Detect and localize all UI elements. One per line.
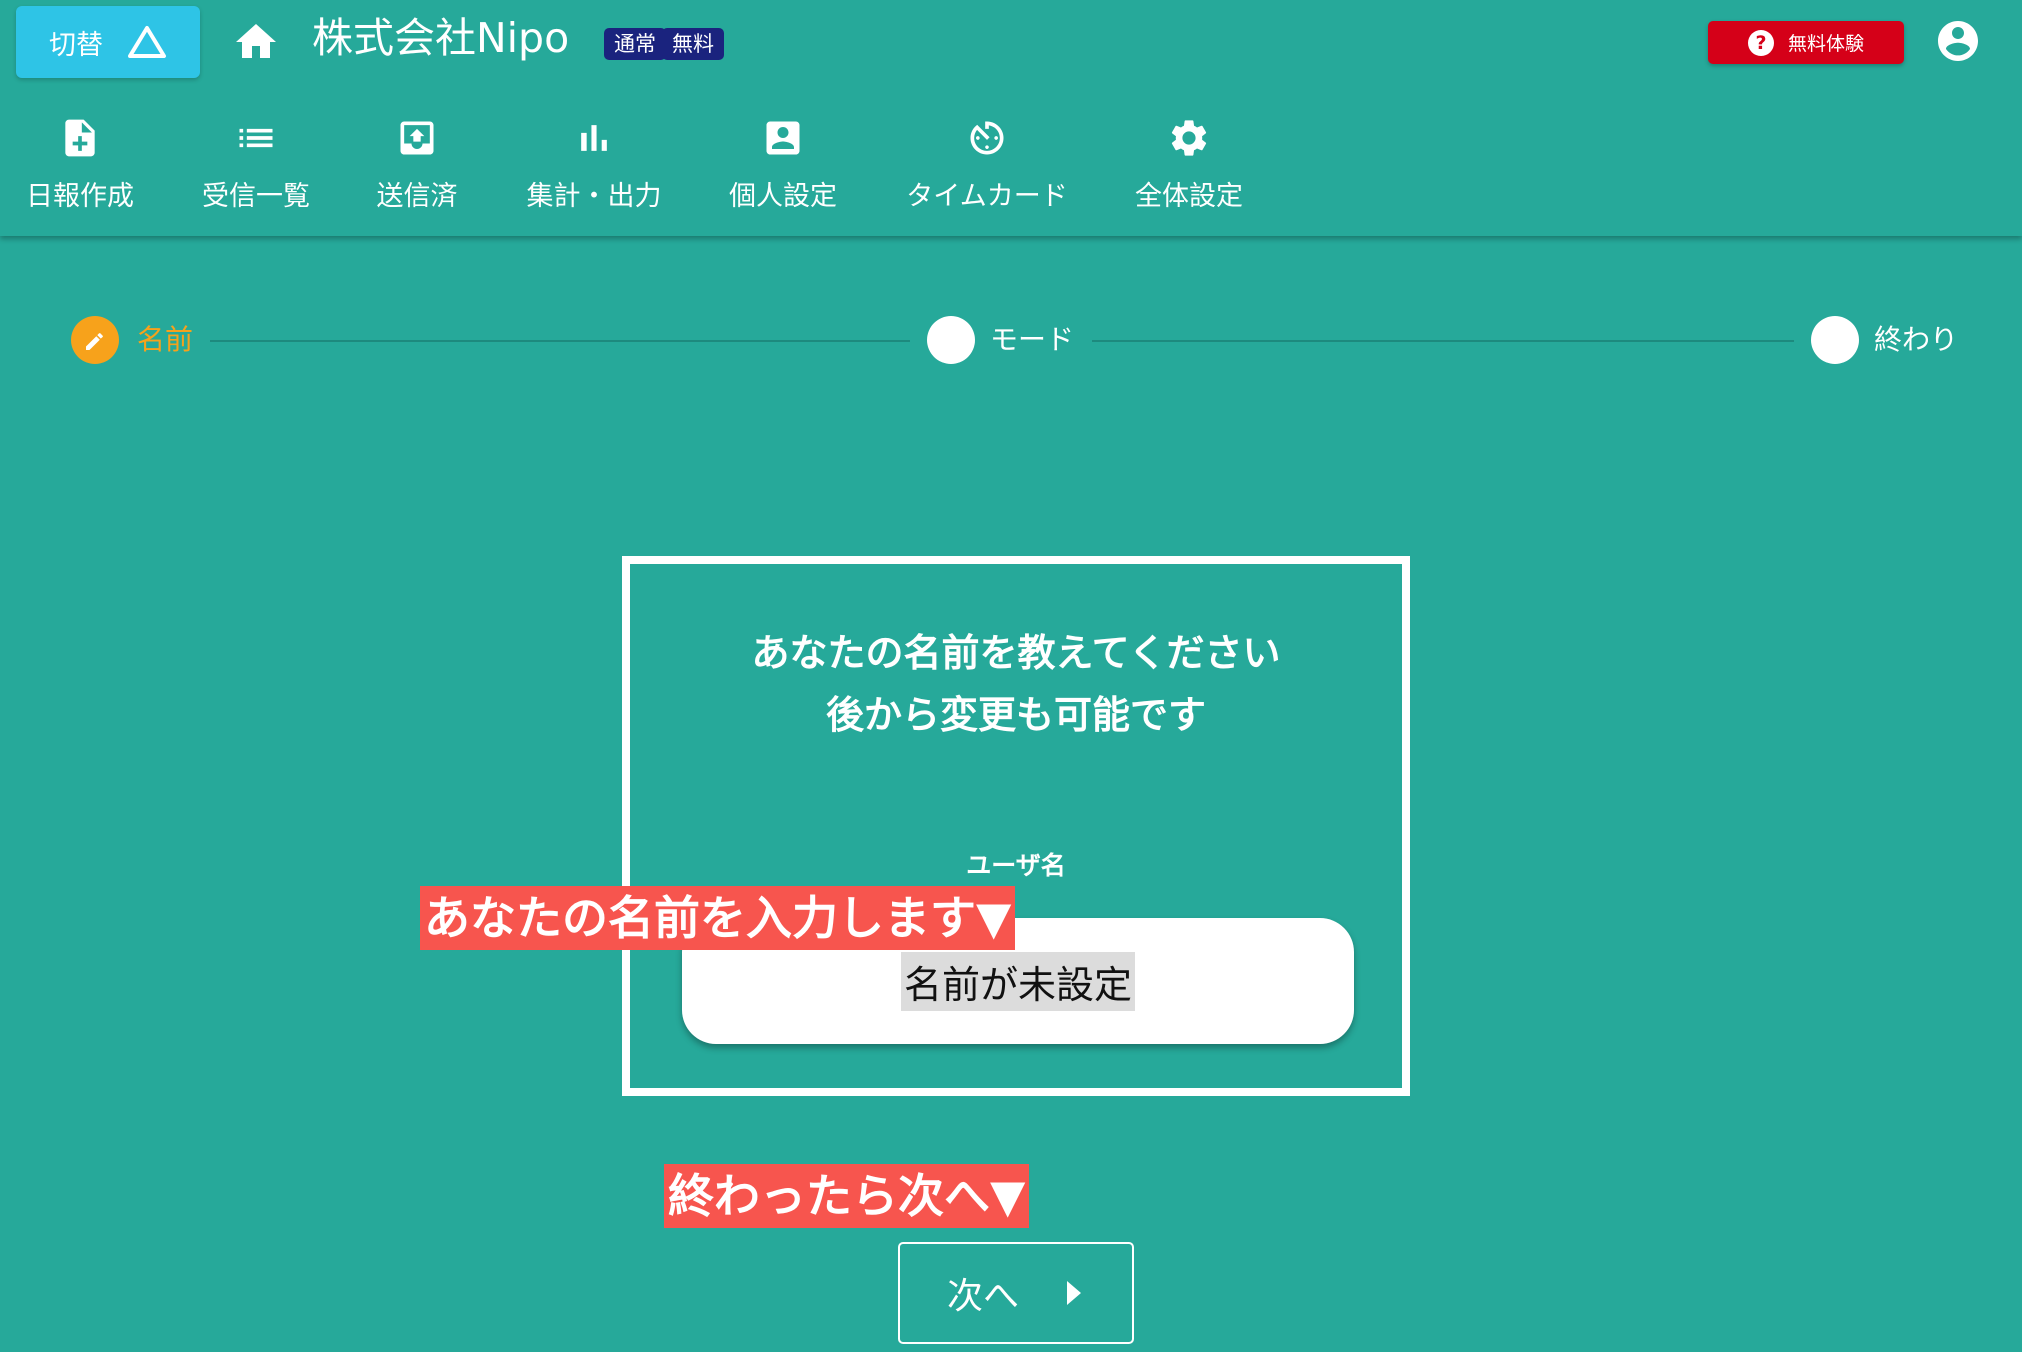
nav-item-global-settings[interactable]: 全体設定 — [1132, 116, 1246, 213]
triangle-icon — [128, 26, 166, 58]
gear-icon — [1171, 120, 1207, 156]
switch-button[interactable]: 切替 — [16, 6, 200, 78]
plan-badge-normal: 通常 — [604, 28, 666, 60]
step-name-label: 名前 — [137, 323, 194, 356]
plan-badges: 通常 無料 — [604, 28, 724, 60]
step-name-indicator — [71, 316, 119, 364]
help-icon: ? — [1747, 29, 1774, 56]
company-name: 株式会社Nipo — [312, 14, 570, 62]
step-mode-indicator — [927, 316, 975, 364]
nav-label: 個人設定 — [729, 181, 837, 212]
next-hint-annotation: 終わったら次へ▼ — [664, 1164, 1030, 1228]
pencil-icon — [86, 333, 103, 350]
input-hint-annotation: あなたの名前を入力します▼ — [420, 886, 1016, 950]
nav-item-timecard[interactable]: タイムカード — [904, 116, 1070, 213]
nav-label: 送信済 — [376, 181, 458, 212]
note-add-icon — [65, 119, 95, 157]
nav-item-create-report[interactable]: 日報作成 — [24, 116, 136, 213]
outbox-icon — [400, 121, 434, 155]
bar-chart-icon — [581, 125, 607, 151]
nav-label: 受信一覧 — [202, 181, 310, 212]
account-circle-icon[interactable] — [1934, 17, 1982, 65]
step-connector — [210, 340, 910, 342]
timer-icon — [970, 121, 1004, 155]
free-trial-button[interactable]: ? 無料体験 — [1708, 21, 1904, 64]
card-title-line1: あなたの名前を教えてください — [751, 631, 1281, 675]
nav-item-aggregate[interactable]: 集計・出力 — [522, 116, 666, 213]
nav-label: 集計・出力 — [526, 181, 662, 212]
card-title-line2: 後から変更も可能です — [825, 693, 1206, 737]
free-trial-label: 無料体験 — [1787, 33, 1864, 55]
account-box-icon — [766, 121, 800, 155]
step-finish-label: 終わり — [1874, 323, 1959, 356]
name-setup-card: あなたの名前を教えてください 後から変更も可能です ユーザ名 名前が未設定 — [622, 556, 1410, 1096]
next-button[interactable]: 次へ — [898, 1242, 1134, 1344]
nav-label: タイムカード — [906, 181, 1068, 212]
step-mode-label: モード — [990, 323, 1075, 356]
nav-label: 日報作成 — [26, 181, 134, 212]
nav-item-inbox[interactable]: 受信一覧 — [200, 116, 312, 213]
username-value: 名前が未設定 — [900, 951, 1135, 1011]
home-icon[interactable] — [232, 18, 280, 66]
nav-item-sent[interactable]: 送信済 — [374, 116, 460, 213]
app-header: 切替 株式会社Nipo 通常 無料 ? 無料体験 日報作成 受信一覧 送信済 集… — [0, 0, 2022, 236]
next-button-label: 次へ — [946, 1276, 1019, 1317]
step-connector — [1092, 340, 1794, 342]
setup-stepper: 名前 モード 終わり — [0, 310, 2022, 370]
play-arrow-icon — [1067, 1281, 1081, 1305]
switch-button-label: 切替 — [49, 29, 103, 61]
nav-item-personal-settings[interactable]: 個人設定 — [726, 116, 840, 213]
plan-badge-free: 無料 — [662, 28, 724, 60]
step-finish-indicator — [1811, 316, 1859, 364]
list-icon — [239, 128, 273, 148]
username-label: ユーザ名 — [966, 851, 1066, 880]
nav-label: 全体設定 — [1135, 181, 1243, 212]
